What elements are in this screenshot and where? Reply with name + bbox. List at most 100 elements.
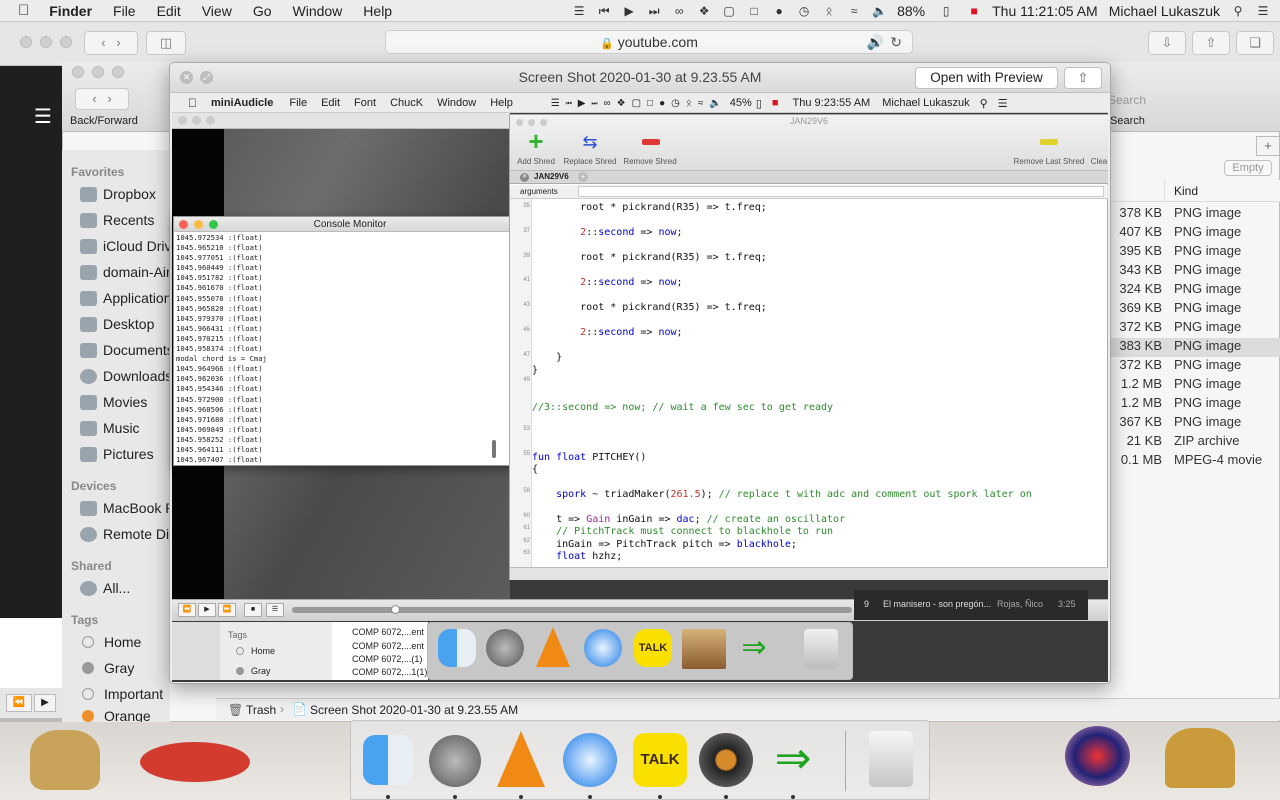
menu-list-icon[interactable]: ☰ — [572, 4, 586, 18]
tabs-overview-icon[interactable]: ❏ — [1236, 31, 1274, 55]
finder-minimize-button[interactable] — [92, 66, 104, 78]
sidebar-item-shared-all[interactable]: All... — [80, 580, 172, 596]
sidebar-item-downloads[interactable]: Downloads — [80, 368, 172, 384]
menu-app-name[interactable]: Finder — [49, 3, 92, 19]
empty-trash-button[interactable]: Empty — [1224, 160, 1272, 176]
sidebar-tag-orange[interactable]: Orange — [80, 710, 172, 722]
vlc-icon[interactable] — [497, 731, 545, 787]
sidebar-item-macbook[interactable]: MacBook Pro — [80, 500, 172, 516]
canada-flag-icon[interactable]: ■ — [967, 4, 981, 18]
menu-user[interactable]: Michael Lukaszuk — [1109, 3, 1220, 19]
menu-file[interactable]: File — [113, 3, 136, 19]
table-row[interactable]: 21 KB ZIP archive — [1110, 433, 1280, 452]
sidebar-item-remote-disc[interactable]: Remote Disc — [80, 526, 172, 542]
table-row[interactable]: 395 KB PNG image — [1110, 243, 1280, 262]
share-icon[interactable]: ⇧ — [1064, 67, 1102, 89]
path-item-trash[interactable]: Trash — [246, 703, 276, 717]
finder-zoom-button[interactable] — [112, 66, 124, 78]
reload-icon[interactable]: ↻ — [890, 31, 902, 54]
finder-close-button[interactable] — [72, 66, 84, 78]
path-item-file[interactable]: Screen Shot 2020-01-30 at 9.23.55 AM — [310, 703, 518, 717]
back-forward-buttons[interactable]: ‹ › — [84, 31, 138, 55]
audio-icon[interactable]: 🔊 — [867, 31, 884, 54]
sidebar-item-desktop[interactable]: Desktop — [80, 316, 172, 332]
dropbox-icon[interactable]: ❖ — [697, 4, 711, 18]
menu-edit[interactable]: Edit — [157, 3, 181, 19]
sidebar-item-documents[interactable]: Documents — [80, 342, 172, 358]
sidebar-item-label: domain-Air — [103, 264, 171, 280]
console-zoom-button — [209, 220, 218, 229]
launchpad-icon[interactable] — [429, 735, 481, 787]
close-button[interactable] — [20, 36, 32, 48]
volume-icon[interactable]: 🔈 — [872, 4, 887, 18]
table-row[interactable]: 378 KB PNG image — [1110, 205, 1280, 224]
safari-icon[interactable] — [563, 733, 617, 787]
address-bar[interactable]: 🔒 youtube.com 🔊 ↻ — [385, 30, 913, 54]
play-icon[interactable]: ▶ — [622, 4, 636, 18]
table-row[interactable]: 1.2 MB PNG image — [1110, 376, 1280, 395]
time-machine-icon[interactable]: ◷ — [797, 4, 811, 18]
table-row[interactable]: 372 KB PNG image — [1110, 319, 1280, 338]
sidebar-item-music[interactable]: Music — [80, 420, 172, 436]
table-row[interactable]: 407 KB PNG image — [1110, 224, 1280, 243]
notification-center-icon[interactable]: ☰ — [1256, 4, 1270, 18]
scripts-arrow-icon[interactable]: ⇒ — [765, 735, 821, 783]
table-row[interactable]: 367 KB PNG image — [1110, 414, 1280, 433]
chat-bubble-icon[interactable]: ● — [772, 4, 786, 18]
table-row[interactable]: 324 KB PNG image — [1110, 281, 1280, 300]
wifi-icon[interactable]: ≈ — [847, 4, 861, 18]
sidebar-item-recents[interactable]: Recents — [80, 212, 172, 228]
hamburger-menu-icon[interactable]: ☰ — [34, 104, 52, 129]
recents-icon — [80, 212, 97, 228]
battery-icon[interactable]: ▯ — [936, 4, 956, 18]
next-track-icon[interactable]: ⏭ — [647, 4, 661, 18]
battery-percent[interactable]: 88% — [897, 3, 925, 19]
open-with-preview-button[interactable]: Open with Preview — [915, 67, 1058, 89]
sidebar-tag-important[interactable]: Important — [80, 686, 172, 702]
finder-back-forward[interactable]: ‹ › — [75, 88, 129, 110]
menu-window[interactable]: Window — [293, 3, 343, 19]
kind-column-header[interactable]: Kind — [1174, 184, 1198, 198]
speaker-icon[interactable] — [699, 733, 753, 787]
sidebar-item-pictures[interactable]: Pictures — [80, 446, 172, 462]
sidebar-item-icloud[interactable]: iCloud Drive — [80, 238, 172, 254]
creative-cloud-icon[interactable]: ∞ — [672, 4, 686, 18]
table-row[interactable]: 383 KB PNG image — [1110, 338, 1280, 357]
stop-square-icon[interactable]: □ — [747, 4, 761, 18]
table-row[interactable]: 372 KB PNG image — [1110, 357, 1280, 376]
sidebar-tag-gray[interactable]: Gray — [80, 660, 172, 676]
window-icon[interactable]: ▢ — [722, 4, 736, 18]
finder-search-field[interactable]: Search — [1108, 93, 1146, 107]
prev-track-icon[interactable]: ⏮ — [597, 4, 611, 18]
sidebar-tag-home[interactable]: Home — [80, 634, 172, 650]
console-minimize-button — [194, 220, 203, 229]
table-row[interactable]: 369 KB PNG image — [1110, 300, 1280, 319]
forward-icon[interactable]: ▶ — [34, 694, 56, 712]
menu-view[interactable]: View — [202, 3, 232, 19]
share-icon[interactable]: ⇧ — [1192, 31, 1230, 55]
sidebar-toggle-icon[interactable]: ◫ — [146, 31, 186, 55]
apple-icon[interactable]:  — [18, 2, 29, 19]
sidebar-item-dropbox[interactable]: Dropbox — [80, 186, 172, 202]
spotlight-search-icon[interactable]: ⚲ — [1231, 4, 1245, 18]
table-row[interactable]: 0.1 MB MPEG-4 movie — [1110, 452, 1280, 471]
table-row[interactable]: 1.2 MB PNG image — [1110, 395, 1280, 414]
file-icon: 📄 — [292, 702, 307, 716]
menu-clock[interactable]: Thu 11:21:05 AM — [992, 3, 1098, 19]
sidebar-item-applications[interactable]: Applications — [80, 290, 172, 306]
finder-icon[interactable] — [363, 735, 413, 785]
kakaotalk-icon[interactable]: TALK — [633, 733, 687, 787]
sidebar-item-movies[interactable]: Movies — [80, 394, 172, 410]
line-number: 41 — [523, 277, 530, 284]
rewind-icon[interactable]: ⏪ — [6, 694, 32, 712]
downloads-icon[interactable]: ⇩ — [1148, 31, 1186, 55]
bluetooth-icon[interactable]: ᛟ — [822, 4, 836, 18]
zoom-button[interactable] — [60, 36, 72, 48]
menu-go[interactable]: Go — [253, 3, 272, 19]
add-button[interactable]: + — [1256, 136, 1280, 156]
sidebar-item-domain-air[interactable]: domain-Air — [80, 264, 172, 280]
trash-icon[interactable] — [869, 731, 913, 787]
minimize-button[interactable] — [40, 36, 52, 48]
menu-help[interactable]: Help — [363, 3, 392, 19]
table-row[interactable]: 343 KB PNG image — [1110, 262, 1280, 281]
